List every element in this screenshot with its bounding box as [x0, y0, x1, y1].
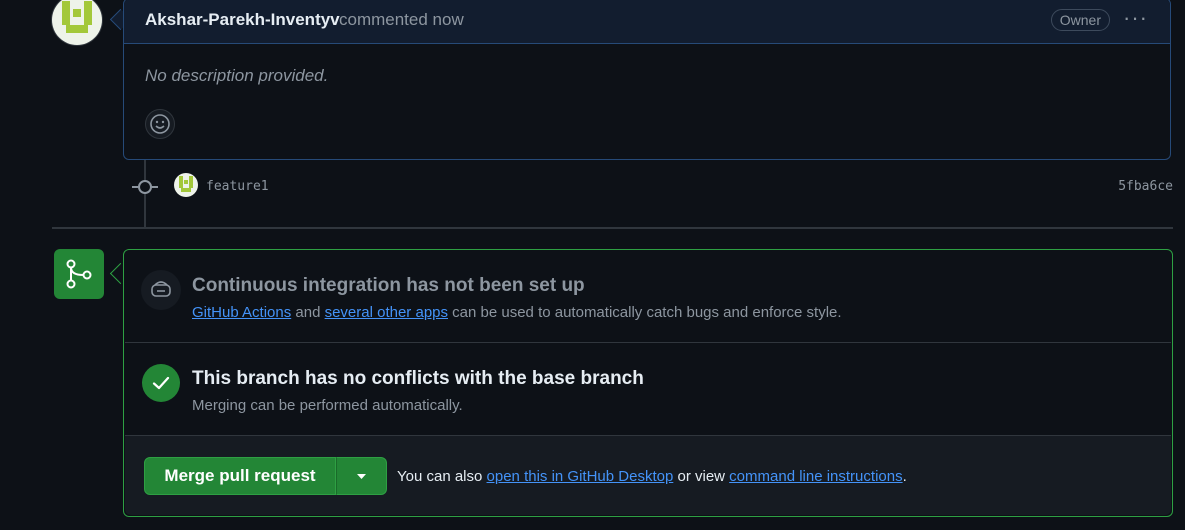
git-merge-icon	[54, 249, 104, 299]
divider	[52, 227, 1173, 229]
commit-sha[interactable]: 5fba6ce	[1118, 179, 1173, 194]
add-reaction-button[interactable]	[145, 109, 175, 139]
also-prefix: You can also	[397, 468, 483, 485]
ci-description: GitHub Actions and several other apps ca…	[192, 304, 842, 321]
command-line-link[interactable]: command line instructions	[729, 468, 902, 485]
or-view: or view	[677, 468, 725, 485]
github-actions-link[interactable]: GitHub Actions	[192, 304, 291, 321]
comment-body: No description provided.	[145, 66, 329, 85]
check-icon	[142, 364, 180, 402]
ci-icon	[141, 270, 181, 310]
git-commit-icon	[138, 180, 152, 194]
ci-title: Continuous integration has not been set …	[192, 275, 585, 296]
kebab-menu-icon[interactable]: ···	[1123, 5, 1148, 31]
period: .	[902, 468, 907, 485]
comment-author[interactable]: Akshar-Parekh-Inventyv	[145, 10, 340, 30]
triangle-down-icon	[357, 474, 366, 479]
other-apps-link[interactable]: several other apps	[325, 304, 448, 321]
merge-box: Continuous integration has not been set …	[123, 249, 1173, 517]
commit-author-avatar[interactable]	[174, 173, 198, 197]
timeline-line	[144, 160, 146, 228]
smiley-icon	[150, 114, 170, 134]
ci-and: and	[295, 304, 321, 321]
commit-message[interactable]: feature1	[206, 179, 269, 194]
github-desktop-link[interactable]: open this in GitHub Desktop	[487, 468, 674, 485]
ci-rest: can be used to automatically catch bugs …	[452, 304, 842, 321]
merge-pull-request-button[interactable]: Merge pull request	[144, 457, 336, 495]
section-divider	[125, 342, 1171, 343]
no-conflicts-description: Merging can be performed automatically.	[192, 397, 463, 414]
merge-options-dropdown[interactable]	[336, 457, 387, 495]
merge-alternatives: You can also open this in GitHub Desktop…	[397, 468, 907, 485]
author-avatar[interactable]	[52, 0, 102, 45]
owner-badge: Owner	[1050, 9, 1110, 31]
comment-timestamp[interactable]: commented now	[339, 10, 464, 30]
no-conflicts-title: This branch has no conflicts with the ba…	[192, 368, 644, 389]
comment-header: Akshar-Parekh-Inventyv commented now Own…	[124, 0, 1170, 44]
comment-box: Akshar-Parekh-Inventyv commented now Own…	[123, 0, 1171, 160]
